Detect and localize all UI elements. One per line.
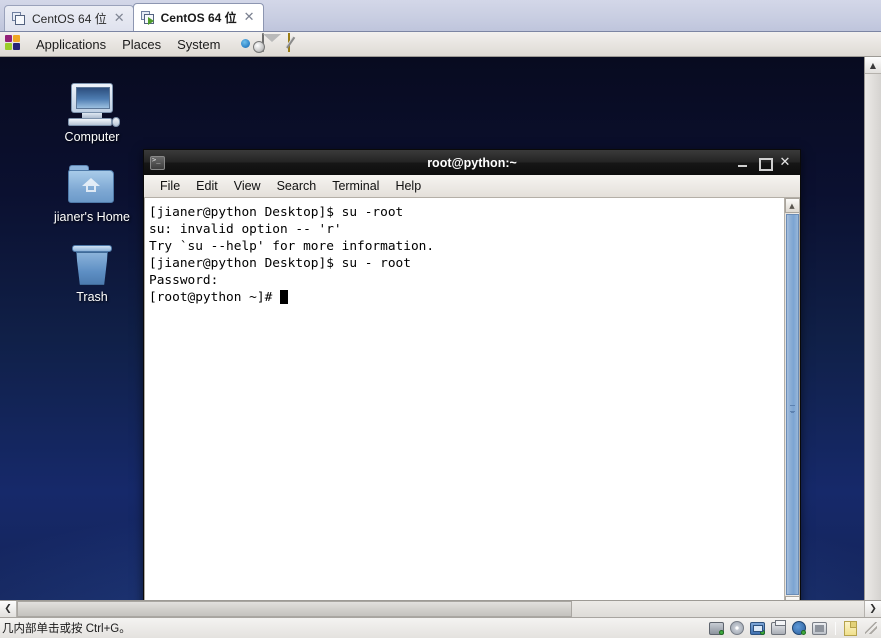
network-icon[interactable]: [750, 621, 765, 635]
usb-icon[interactable]: [812, 621, 827, 635]
panel-menu-system[interactable]: System: [169, 35, 228, 54]
terminal-screen[interactable]: [jianer@python Desktop]$ su -root su: in…: [145, 198, 784, 600]
terminal-cursor: [279, 290, 288, 304]
vm-tab-strip: CentOS 64 位 ✕ CentOS 64 位 ✕: [0, 0, 881, 32]
desktop-icon-label: jianer's Home: [53, 210, 131, 224]
vm-horizontal-scrollbar[interactable]: ❮ ❯: [0, 600, 881, 617]
terminal-line: su: invalid option -- 'r': [149, 222, 342, 237]
resize-grip-icon[interactable]: [865, 622, 877, 634]
cdrom-icon[interactable]: [730, 621, 744, 635]
panel-menu-places[interactable]: Places: [114, 35, 169, 54]
vm-scroll-right-icon[interactable]: ❯: [864, 601, 881, 617]
status-message: 几内部单击或按 Ctrl+G。: [2, 623, 131, 635]
vm-scroll-left-icon[interactable]: ❮: [0, 601, 17, 617]
menu-view[interactable]: View: [226, 177, 269, 195]
terminal-body: [jianer@python Desktop]$ su -root su: in…: [144, 198, 800, 600]
minimize-icon[interactable]: [737, 157, 749, 169]
vm-tab-close-icon[interactable]: ✕: [242, 11, 257, 24]
terminal-line: Password:: [149, 273, 219, 288]
desktop-icon-computer[interactable]: Computer: [37, 77, 147, 144]
desktop-icon-label: Computer: [64, 130, 120, 144]
window-controls: ✕: [737, 156, 796, 171]
menu-search[interactable]: Search: [269, 177, 325, 195]
evolution-mail-icon[interactable]: [262, 33, 282, 54]
terminal-scrollbar[interactable]: ▲ ▼: [784, 198, 799, 600]
status-separator: [835, 621, 836, 635]
scrollbar-track[interactable]: [785, 213, 800, 596]
vm-vertical-scrollbar[interactable]: ▲: [864, 57, 881, 600]
close-icon[interactable]: ✕: [779, 156, 791, 169]
menu-terminal[interactable]: Terminal: [324, 177, 387, 195]
trash-icon: [37, 237, 147, 287]
vm-tab-icon: [12, 11, 27, 26]
printer-icon[interactable]: [771, 619, 786, 635]
vm-tab-label: CentOS 64 位: [160, 11, 237, 25]
menu-help[interactable]: Help: [387, 177, 429, 195]
home-folder-icon: [37, 157, 147, 207]
vm-tab-2[interactable]: CentOS 64 位 ✕: [132, 3, 264, 31]
terminal-titlebar[interactable]: root@python:~ ✕: [144, 150, 800, 175]
terminal-line: [jianer@python Desktop]$ su -root: [149, 205, 404, 220]
gnome-top-panel: Applications Places System: [0, 32, 881, 57]
text-editor-icon[interactable]: [288, 33, 308, 54]
vm-hscroll-track[interactable]: [17, 601, 864, 617]
menu-file[interactable]: File: [152, 177, 188, 195]
vm-tab-1[interactable]: CentOS 64 位 ✕: [4, 5, 134, 31]
scroll-down-icon[interactable]: ▼: [784, 596, 799, 600]
vm-status-bar: 几内部单击或按 Ctrl+G。: [0, 617, 881, 638]
status-device-icons: [709, 619, 881, 636]
terminal-title: root@python:~: [427, 155, 517, 170]
scrollbar-thumb[interactable]: [785, 214, 799, 595]
terminal-line: [root@python ~]#: [149, 290, 280, 305]
vm-hscroll-thumb[interactable]: [17, 601, 572, 617]
terminal-icon: [150, 155, 165, 170]
sound-icon[interactable]: [792, 621, 806, 635]
computer-icon: [37, 77, 147, 127]
vm-tab-close-icon[interactable]: ✕: [112, 12, 127, 25]
menu-edit[interactable]: Edit: [188, 177, 226, 195]
scroll-up-icon[interactable]: ▲: [784, 198, 799, 213]
maximize-icon[interactable]: [758, 157, 773, 171]
gnome-desktop[interactable]: Computer jianer's Home Trash >_ root@pyt…: [0, 57, 864, 600]
harddisk-icon[interactable]: [709, 621, 724, 635]
vm-tab-label: CentOS 64 位: [32, 12, 107, 26]
centos-logo-icon: [5, 35, 23, 53]
vm-scroll-up-icon[interactable]: ▲: [865, 57, 881, 74]
vmware-workstation-window: CentOS 64 位 ✕ CentOS 64 位 ✕ Applications…: [0, 0, 881, 638]
desktop-icon-label: Trash: [76, 290, 108, 304]
terminal-line: [jianer@python Desktop]$ su - root: [149, 256, 411, 271]
vm-viewport: Computer jianer's Home Trash >_ root@pyt…: [0, 57, 881, 600]
terminal-menubar: File Edit View Search Terminal Help: [144, 175, 800, 198]
vm-vscroll-track[interactable]: [865, 74, 881, 600]
desktop-icon-trash[interactable]: Trash: [37, 237, 147, 304]
desktop-icon-home[interactable]: jianer's Home: [37, 157, 147, 224]
terminal-window: root@python:~ ✕ File Edit View Search Te…: [143, 149, 801, 600]
panel-menu-applications[interactable]: Applications: [28, 35, 114, 54]
terminal-line: Try `su --help' for more information.: [149, 239, 435, 254]
vm-tab-running-icon: [140, 10, 156, 25]
document-icon[interactable]: [844, 620, 857, 636]
panel-launchers: [236, 33, 308, 54]
